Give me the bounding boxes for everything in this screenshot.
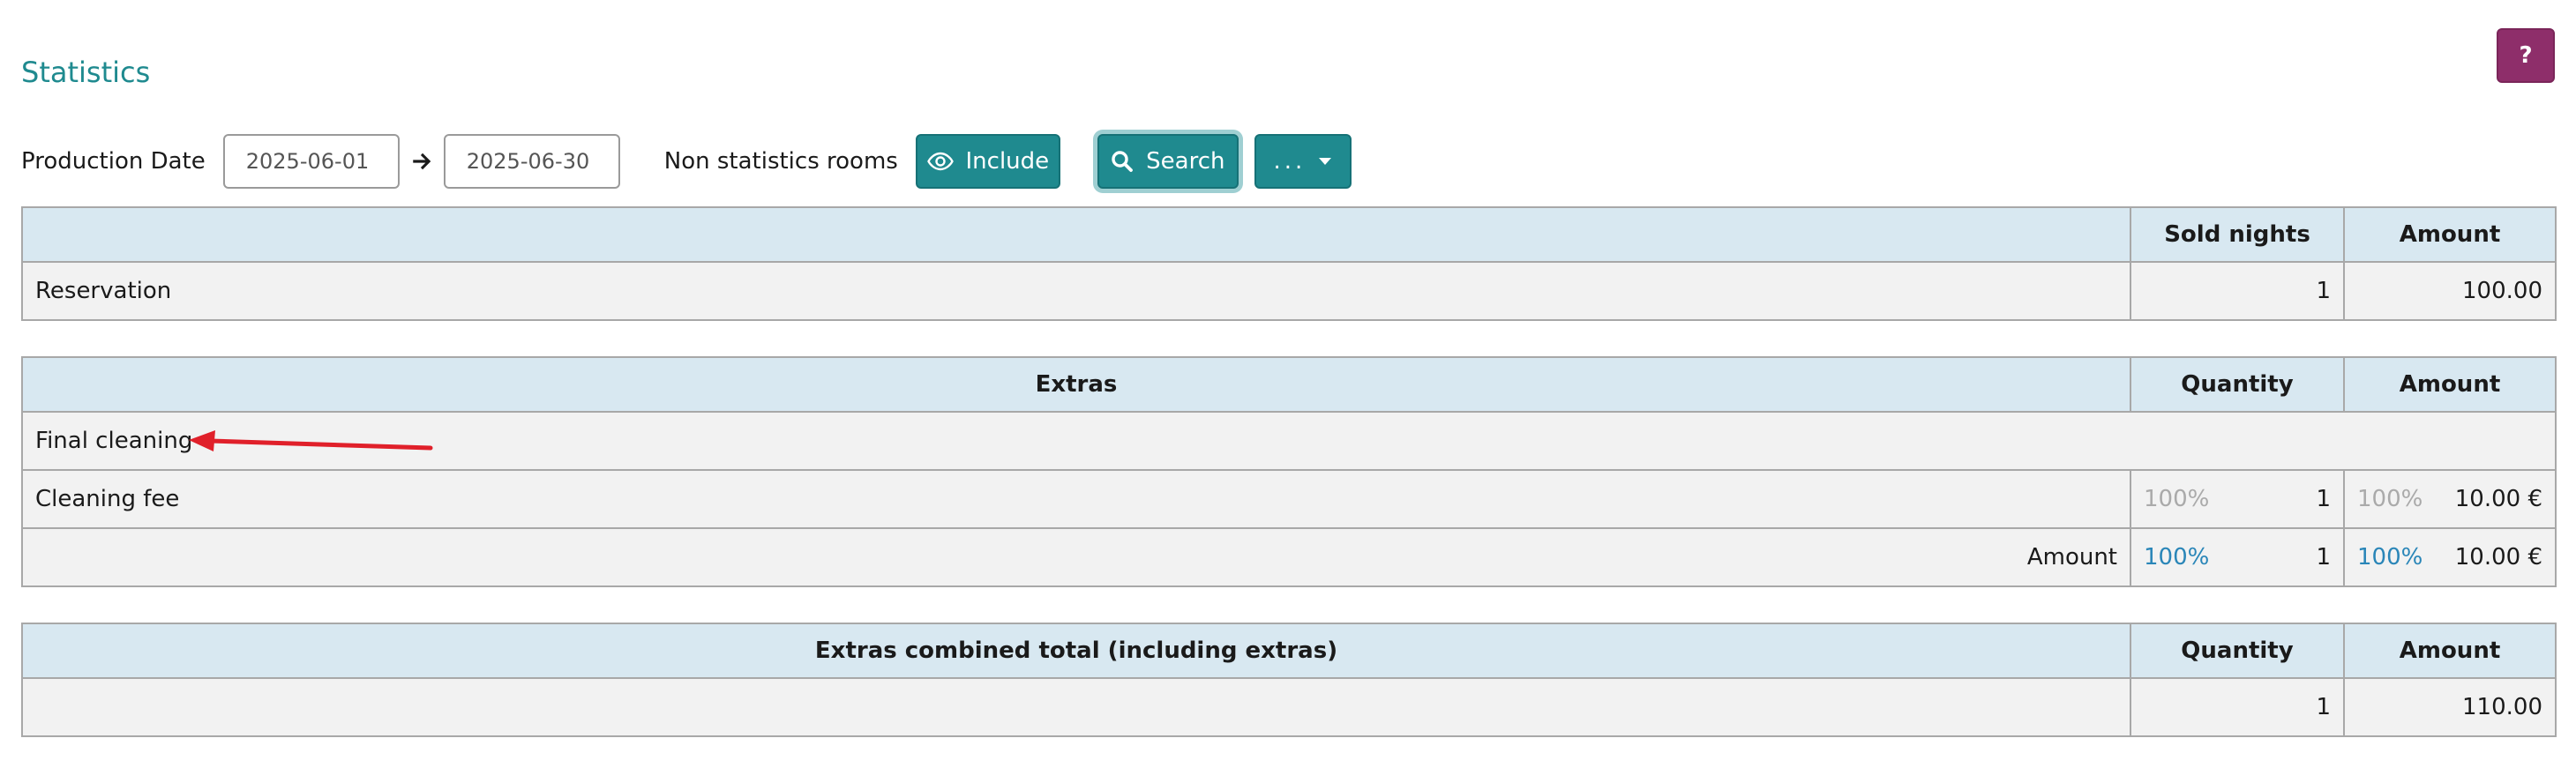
table-row: 1 110.00 xyxy=(21,677,2557,737)
extras-table: Extras Quantity Amount Final cleaning Cl… xyxy=(21,356,2557,587)
arrow-right-icon xyxy=(400,148,444,175)
search-button[interactable]: Search xyxy=(1097,134,1239,189)
reservation-table: Sold nights Amount Reservation 1 100.00 xyxy=(21,206,2557,321)
total-amount-value: 10.00 € xyxy=(2454,544,2542,570)
column-header-amount: Amount xyxy=(2343,356,2557,413)
table-header-row: Extras combined total (including extras)… xyxy=(21,623,2557,679)
total-amount-percent: 100% xyxy=(2357,544,2423,570)
amount-percent: 100% xyxy=(2357,486,2423,512)
quantity-percent: 100% xyxy=(2144,486,2210,512)
quantity-value: 1 xyxy=(2316,486,2331,512)
category-row: Final cleaning xyxy=(21,411,2557,471)
sold-nights-cell: 1 xyxy=(2130,261,2345,321)
table-header-row: Sold nights Amount xyxy=(21,206,2557,263)
date-to-input[interactable] xyxy=(443,134,620,189)
total-amount-cell: 100% 10.00 € xyxy=(2343,527,2557,587)
page-title: Statistics xyxy=(21,56,151,89)
total-quantity-cell: 100% 1 xyxy=(2130,527,2345,587)
include-button-label: Include xyxy=(965,148,1050,175)
production-date-label: Production Date xyxy=(21,148,206,175)
more-button-label: ... xyxy=(1273,148,1307,175)
column-header-amount: Amount xyxy=(2343,206,2557,263)
help-button[interactable]: ? xyxy=(2497,28,2555,83)
column-header-combined: Extras combined total (including extras) xyxy=(21,623,2131,679)
category-label: Final cleaning xyxy=(21,411,2557,471)
quantity-cell: 1 xyxy=(2130,677,2345,737)
total-label: Amount xyxy=(21,527,2131,587)
amount-value: 10.00 € xyxy=(2454,486,2542,512)
table-row: Cleaning fee 100% 1 100% 10.00 € xyxy=(21,469,2557,529)
combined-total-table: Extras combined total (including extras)… xyxy=(21,623,2557,737)
caret-down-icon xyxy=(1318,157,1332,166)
column-header-extras: Extras xyxy=(21,356,2131,413)
table-header-row: Extras Quantity Amount xyxy=(21,356,2557,413)
row-label xyxy=(21,677,2131,737)
total-row: Amount 100% 1 100% 10.00 € xyxy=(21,527,2557,587)
row-label: Reservation xyxy=(21,261,2131,321)
column-header-quantity: Quantity xyxy=(2130,356,2345,413)
column-header-quantity: Quantity xyxy=(2130,623,2345,679)
non-statistics-rooms-label: Non statistics rooms xyxy=(663,148,898,175)
date-from-input[interactable] xyxy=(222,134,400,189)
search-button-label: Search xyxy=(1146,148,1225,175)
search-icon xyxy=(1111,150,1134,173)
total-quantity-value: 1 xyxy=(2316,544,2331,570)
quantity-cell: 100% 1 xyxy=(2130,469,2345,529)
total-quantity-percent: 100% xyxy=(2144,544,2210,570)
column-header xyxy=(21,206,2131,263)
table-row: Reservation 1 100.00 xyxy=(21,261,2557,321)
eye-icon xyxy=(926,152,954,171)
include-button[interactable]: Include xyxy=(915,134,1060,189)
more-options-button[interactable]: ... xyxy=(1254,134,1352,189)
amount-cell: 100.00 xyxy=(2343,261,2557,321)
amount-cell: 100% 10.00 € xyxy=(2343,469,2557,529)
column-header-sold-nights: Sold nights xyxy=(2130,206,2345,263)
amount-cell: 110.00 xyxy=(2343,677,2557,737)
filter-toolbar: Production Date Non statistics rooms Inc… xyxy=(21,132,1352,190)
column-header-amount: Amount xyxy=(2343,623,2557,679)
row-label: Cleaning fee xyxy=(21,469,2131,529)
